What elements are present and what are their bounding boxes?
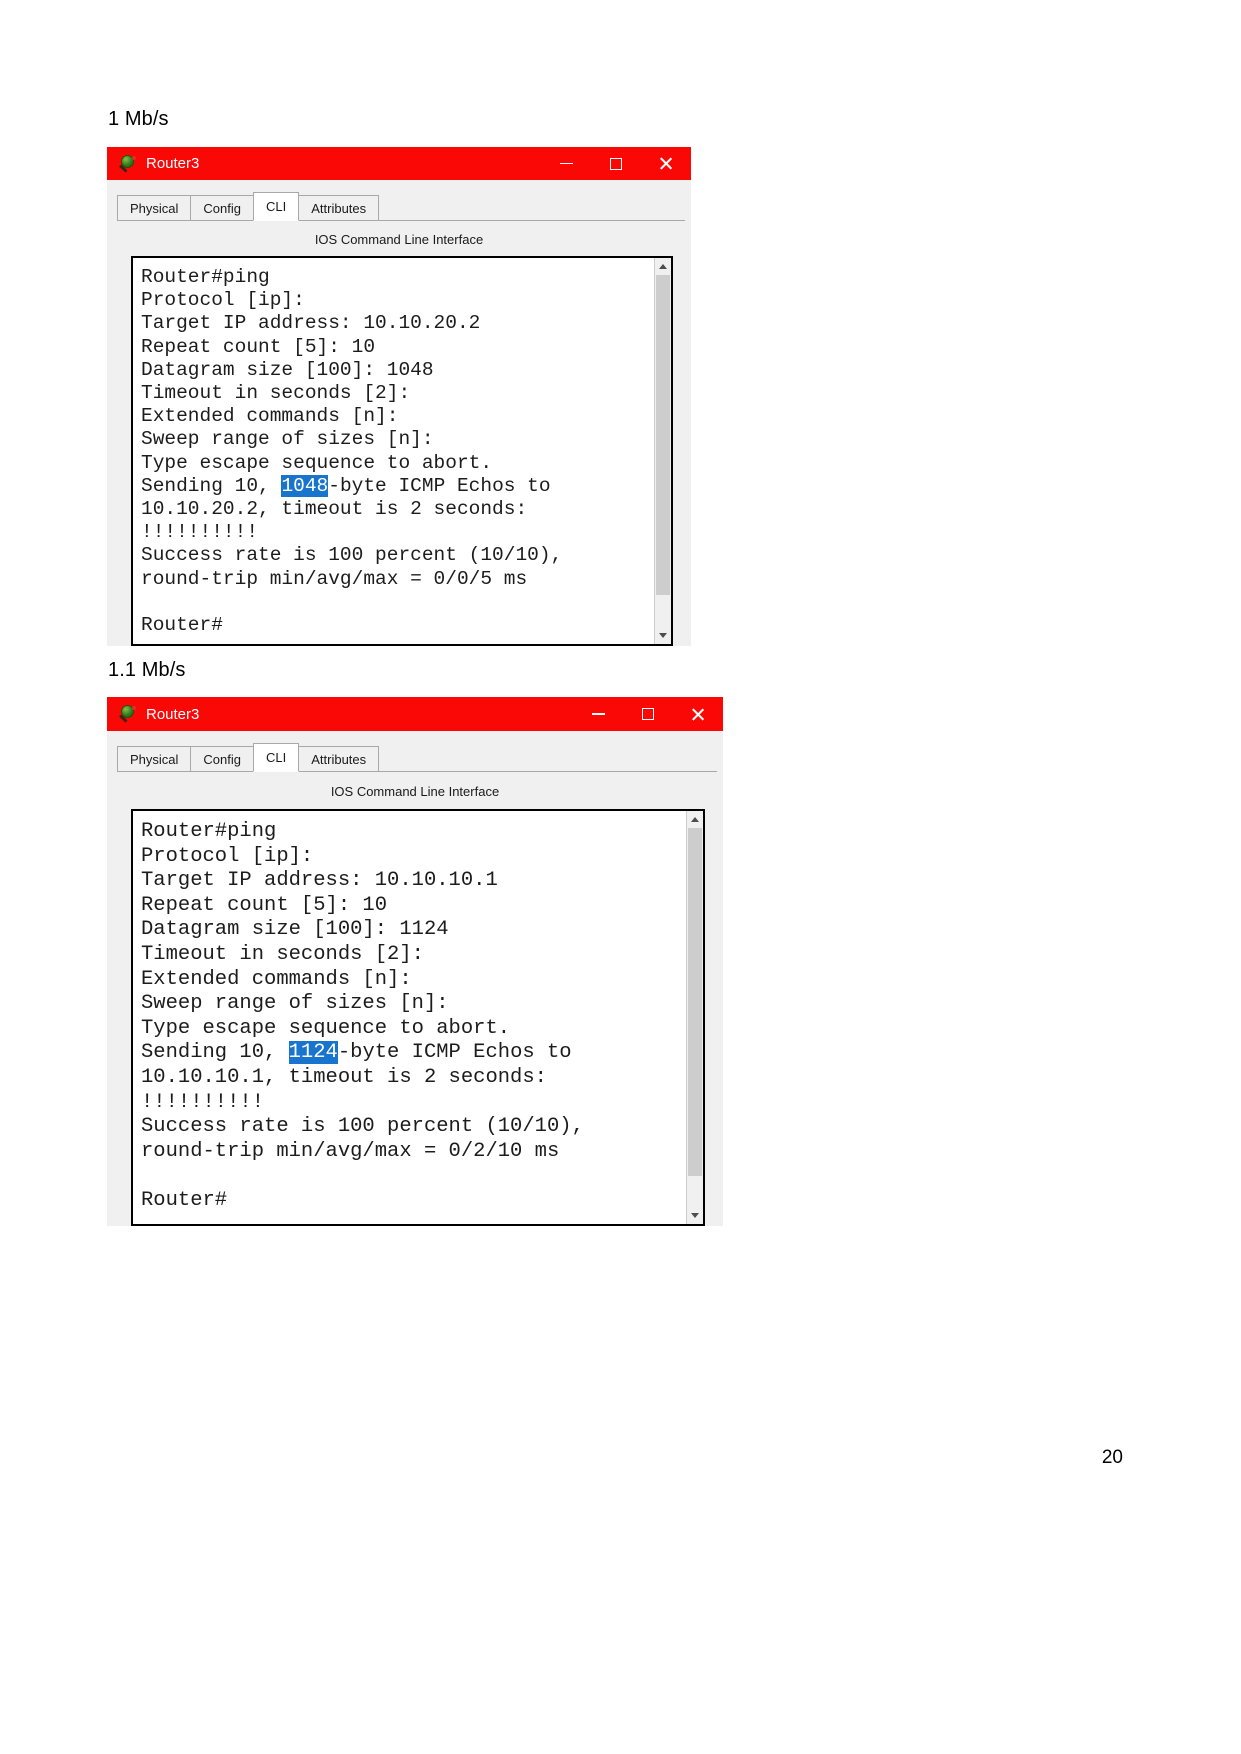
packet-tracer-router-icon bbox=[118, 705, 137, 723]
close-icon bbox=[659, 156, 674, 171]
terminal-highlighted-value: 1124 bbox=[288, 1041, 338, 1065]
tab-cli[interactable]: CLI bbox=[253, 743, 300, 772]
window-titlebar[interactable]: Router3 bbox=[107, 147, 691, 180]
scroll-up-button[interactable] bbox=[687, 811, 703, 828]
tab-attributes[interactable]: Attributes bbox=[298, 746, 380, 772]
close-button[interactable] bbox=[673, 697, 723, 731]
section-caption-2: 1.1 Mb/s bbox=[108, 659, 186, 681]
tab-attributes[interactable]: Attributes bbox=[298, 195, 380, 221]
terminal-output[interactable]: Router#ping Protocol [ip]: Target IP add… bbox=[133, 811, 686, 1224]
router-window-2[interactable]: Router3 Physical Config CLI Attributes I… bbox=[107, 697, 723, 1226]
chevron-down-icon bbox=[659, 633, 667, 638]
scrollbar-track[interactable] bbox=[687, 828, 703, 1207]
window-controls bbox=[573, 697, 723, 731]
chevron-down-icon bbox=[691, 1213, 699, 1218]
minimize-button[interactable] bbox=[573, 697, 623, 731]
terminal-highlighted-value: 1048 bbox=[281, 474, 329, 497]
tab-physical[interactable]: Physical bbox=[117, 195, 192, 221]
window-title: Router3 bbox=[146, 155, 200, 172]
tab-strip: Physical Config CLI Attributes bbox=[107, 743, 723, 772]
maximize-icon bbox=[610, 157, 622, 170]
tab-config[interactable]: Config bbox=[190, 746, 254, 772]
terminal-text-after: -byte ICMP Echos to 10.10.10.1, timeout … bbox=[141, 1041, 584, 1212]
packet-tracer-router-icon bbox=[118, 154, 137, 173]
panel-heading: IOS Command Line Interface bbox=[314, 232, 484, 247]
panel-heading: IOS Command Line Interface bbox=[330, 784, 500, 799]
section-caption-1: 1 Mb/s bbox=[108, 108, 169, 130]
maximize-icon bbox=[642, 708, 654, 720]
scrollbar-thumb[interactable] bbox=[656, 275, 670, 595]
maximize-button[interactable] bbox=[623, 697, 673, 731]
terminal-text-after: -byte ICMP Echos to 10.10.20.2, timeout … bbox=[141, 474, 563, 637]
window-title: Router3 bbox=[146, 705, 200, 723]
terminal-container[interactable]: Router#ping Protocol [ip]: Target IP add… bbox=[131, 256, 673, 646]
scroll-down-button[interactable] bbox=[687, 1207, 703, 1224]
terminal-scrollbar[interactable] bbox=[686, 811, 703, 1224]
terminal-text-before: Router#ping Protocol [ip]: Target IP add… bbox=[141, 266, 493, 497]
page-number: 20 bbox=[1101, 1447, 1123, 1468]
minimize-icon bbox=[559, 162, 573, 165]
close-button[interactable] bbox=[641, 147, 691, 180]
tab-physical[interactable]: Physical bbox=[117, 746, 192, 772]
scroll-up-button[interactable] bbox=[655, 258, 671, 275]
tab-config[interactable]: Config bbox=[190, 195, 254, 221]
terminal-text-before: Router#ping Protocol [ip]: Target IP add… bbox=[141, 820, 511, 1065]
tab-cli[interactable]: CLI bbox=[253, 192, 300, 221]
chevron-up-icon bbox=[691, 817, 699, 822]
scrollbar-thumb[interactable] bbox=[688, 828, 702, 1176]
document-page: 1 Mb/s Router3 Physical Config CLI Attri… bbox=[0, 0, 1241, 1754]
terminal-output[interactable]: Router#ping Protocol [ip]: Target IP add… bbox=[133, 258, 654, 644]
window-titlebar[interactable]: Router3 bbox=[107, 697, 723, 731]
maximize-button[interactable] bbox=[591, 147, 641, 180]
router-window-1[interactable]: Router3 Physical Config CLI Attributes I… bbox=[107, 147, 691, 646]
close-icon bbox=[691, 707, 706, 722]
minimize-icon bbox=[591, 713, 605, 715]
cli-panel: IOS Command Line Interface Router#ping P… bbox=[107, 772, 723, 1226]
minimize-button[interactable] bbox=[541, 147, 591, 180]
tab-strip: Physical Config CLI Attributes bbox=[107, 192, 691, 221]
scroll-down-button[interactable] bbox=[655, 627, 671, 644]
cli-panel: IOS Command Line Interface Router#ping P… bbox=[107, 221, 691, 646]
terminal-container[interactable]: Router#ping Protocol [ip]: Target IP add… bbox=[131, 809, 705, 1226]
chevron-up-icon bbox=[659, 264, 667, 269]
scrollbar-track[interactable] bbox=[655, 275, 671, 627]
terminal-scrollbar[interactable] bbox=[654, 258, 671, 644]
window-controls bbox=[541, 147, 691, 180]
